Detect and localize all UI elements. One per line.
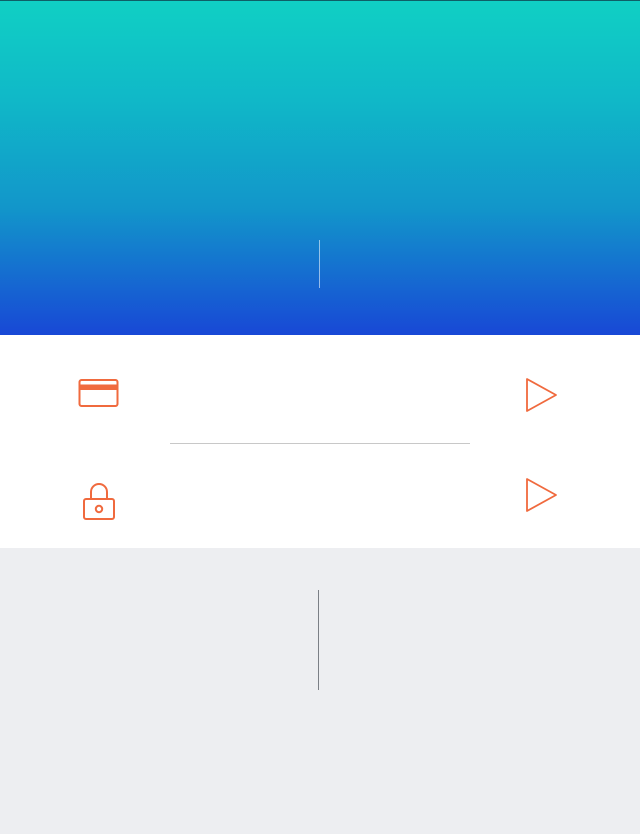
padlock-icon [83, 483, 115, 520]
play-arrow-icon[interactable] [522, 475, 562, 515]
footer-vertical-divider [318, 590, 319, 690]
options-card [0, 335, 640, 548]
header-gradient-banner [0, 0, 640, 335]
menu-item-security[interactable] [0, 445, 640, 545]
credit-card-icon [78, 379, 119, 407]
menu-item-payment[interactable] [0, 335, 640, 435]
app-screen [0, 0, 640, 834]
play-arrow-icon[interactable] [522, 375, 562, 415]
header-vertical-divider [319, 240, 320, 288]
top-border-line [0, 0, 640, 1]
menu-separator [170, 443, 470, 444]
